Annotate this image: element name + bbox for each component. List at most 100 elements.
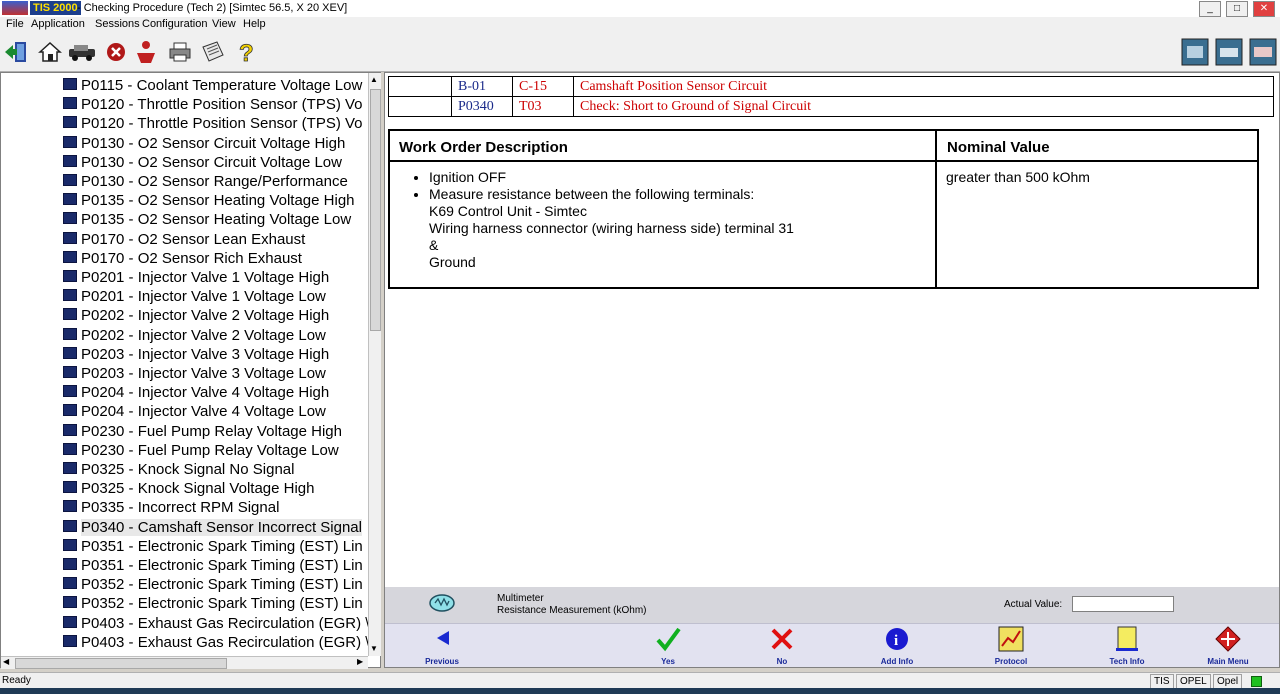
tool-icon[interactable] bbox=[1215, 38, 1243, 66]
info-icon: i bbox=[886, 628, 908, 650]
previous-button[interactable]: Previous bbox=[397, 624, 487, 667]
stop-icon[interactable] bbox=[103, 39, 129, 65]
dtc-tree[interactable]: P0115 - Coolant Temperature Voltage Low P… bbox=[1, 73, 368, 656]
tree-item[interactable]: P0335 - Incorrect RPM Signal bbox=[63, 499, 279, 518]
home-icon[interactable] bbox=[37, 39, 63, 65]
tree-item-label: P0135 - O2 Sensor Heating Voltage Low bbox=[81, 211, 352, 229]
person-icon[interactable] bbox=[133, 39, 159, 65]
tree-item-label: P0170 - O2 Sensor Rich Exhaust bbox=[81, 249, 302, 267]
window-title: - Checking Procedure (Tech 2) [Simtec 56… bbox=[77, 2, 348, 14]
tree-item[interactable]: P0170 - O2 Sensor Rich Exhaust bbox=[63, 250, 302, 269]
folder-icon bbox=[63, 404, 77, 417]
tree-item-label: P0335 - Incorrect RPM Signal bbox=[81, 499, 280, 517]
tree-item[interactable]: P0120 - Throttle Position Sensor (TPS) V… bbox=[63, 96, 363, 115]
tree-item[interactable]: P0325 - Knock Signal No Signal bbox=[63, 461, 294, 480]
toolbar: ? bbox=[0, 33, 1280, 72]
tree-item-label: P0201 - Injector Valve 1 Voltage High bbox=[81, 269, 330, 286]
tree-item[interactable]: P0201 - Injector Valve 1 Voltage High bbox=[63, 269, 329, 288]
tree-item-label: P0115 - Coolant Temperature Voltage Low bbox=[81, 77, 363, 94]
tree-item-label: P0351 - Electronic Spark Timing (EST) Li… bbox=[81, 557, 363, 574]
actual-value-input[interactable] bbox=[1072, 596, 1174, 612]
tree-scroll-thumb[interactable] bbox=[370, 89, 381, 331]
scroll-right-icon[interactable]: ▶ bbox=[357, 657, 363, 666]
add-info-label: Add Info bbox=[880, 657, 914, 666]
tree-item[interactable]: P0203 - Injector Valve 3 Voltage Low bbox=[63, 365, 326, 384]
svg-text:?: ? bbox=[239, 40, 254, 65]
action-buttons: Previous Yes No i Add Info Protocol Tech… bbox=[385, 624, 1279, 667]
tree-item[interactable]: P0201 - Injector Valve 1 Voltage Low bbox=[63, 288, 326, 307]
tree-item-label: P0204 - Injector Valve 4 Voltage High bbox=[81, 384, 330, 402]
tree-item-label: P0130 - O2 Sensor Circuit Voltage Low bbox=[81, 153, 342, 171]
folder-icon bbox=[63, 519, 77, 532]
tree-item[interactable]: P0403 - Exhaust Gas Recirculation (EGR) … bbox=[63, 634, 368, 653]
menu-view[interactable]: View bbox=[212, 18, 236, 30]
tech2-icon[interactable] bbox=[1181, 38, 1209, 66]
scroll-up-icon[interactable]: ▲ bbox=[370, 75, 378, 84]
help-icon[interactable]: ? bbox=[233, 39, 259, 65]
maximize-button[interactable]: □ bbox=[1226, 1, 1248, 17]
tree-item[interactable]: P0120 - Throttle Position Sensor (TPS) V… bbox=[63, 115, 363, 134]
tech-info-icon bbox=[1116, 626, 1138, 651]
tree-item[interactable]: P0203 - Injector Valve 3 Voltage High bbox=[63, 346, 329, 365]
tree-item[interactable]: P0325 - Knock Signal Voltage High bbox=[63, 480, 315, 499]
tree-item[interactable]: P0352 - Electronic Spark Timing (EST) Li… bbox=[63, 576, 363, 595]
tree-item[interactable]: P0230 - Fuel Pump Relay Voltage Low bbox=[63, 442, 339, 461]
tree-item-label: P0325 - Knock Signal No Signal bbox=[81, 461, 295, 478]
tree-item[interactable]: P0130 - O2 Sensor Range/Performance bbox=[63, 173, 348, 192]
tree-item[interactable]: P0403 - Exhaust Gas Recirculation (EGR) … bbox=[63, 615, 368, 634]
tree-item[interactable]: P0230 - Fuel Pump Relay Voltage High bbox=[63, 423, 342, 442]
actual-value-label: Actual Value: bbox=[1004, 599, 1063, 610]
scroll-down-icon[interactable]: ▼ bbox=[370, 644, 378, 653]
main-menu-button[interactable]: Main Menu bbox=[1183, 624, 1273, 667]
tree-item[interactable]: P0340 - Camshaft Sensor Incorrect Signal bbox=[63, 518, 362, 538]
tree-item[interactable]: P0204 - Injector Valve 4 Voltage High bbox=[63, 384, 329, 403]
step-code-1: B-01 bbox=[451, 76, 513, 97]
arrow-left-icon bbox=[437, 631, 449, 645]
tree-item-label: P0230 - Fuel Pump Relay Voltage Low bbox=[81, 441, 339, 459]
close-button[interactable]: ✕ bbox=[1253, 1, 1275, 17]
tree-item[interactable]: P0130 - O2 Sensor Circuit Voltage Low bbox=[63, 154, 342, 173]
minimize-button[interactable]: _ bbox=[1199, 1, 1221, 17]
menu-sessions[interactable]: Sessions bbox=[95, 18, 140, 30]
tree-item-label: P0352 - Electronic Spark Timing (EST) Li… bbox=[81, 576, 363, 594]
tree-item[interactable]: P0202 - Injector Valve 2 Voltage Low bbox=[63, 327, 326, 346]
protocol-button[interactable]: Protocol bbox=[966, 624, 1056, 667]
menu-file[interactable]: File bbox=[6, 18, 24, 30]
work-order-instructions: Ignition OFF Measure resistance between … bbox=[415, 169, 794, 271]
yes-button[interactable]: Yes bbox=[623, 624, 713, 667]
tree-hscroll-thumb[interactable] bbox=[15, 658, 227, 669]
tree-item[interactable]: P0202 - Injector Valve 2 Voltage High bbox=[63, 307, 329, 326]
menu-configuration[interactable]: Configuration bbox=[142, 18, 207, 30]
exit-icon[interactable] bbox=[3, 39, 29, 65]
tree-item[interactable]: P0204 - Injector Valve 4 Voltage Low bbox=[63, 403, 326, 422]
vehicle-icon[interactable] bbox=[67, 39, 97, 65]
tree-horizontal-scrollbar[interactable]: ◀ ▶ bbox=[1, 656, 368, 669]
notes-icon[interactable] bbox=[200, 39, 226, 65]
procedure-steps-table: B-01 C-15 Camshaft Position Sensor Circu… bbox=[388, 76, 1274, 117]
tree-item[interactable]: P0135 - O2 Sensor Heating Voltage Low bbox=[63, 211, 351, 230]
tech-info-button[interactable]: Tech Info bbox=[1082, 624, 1172, 667]
instruction-line: Ground bbox=[429, 254, 476, 270]
tree-vertical-scrollbar[interactable]: ▲ ▼ bbox=[368, 73, 381, 656]
add-info-button[interactable]: i Add Info bbox=[852, 624, 942, 667]
tree-item[interactable]: P0135 - O2 Sensor Heating Voltage High bbox=[63, 192, 355, 211]
scroll-left-icon[interactable]: ◀ bbox=[3, 657, 9, 666]
tree-item[interactable]: P0351 - Electronic Spark Timing (EST) Li… bbox=[63, 557, 363, 576]
print-icon[interactable] bbox=[167, 39, 193, 65]
tree-item[interactable]: P0351 - Electronic Spark Timing (EST) Li… bbox=[63, 538, 363, 557]
measurement-panel: Multimeter Resistance Measurement (kOhm)… bbox=[385, 587, 1279, 667]
menu-bar: File Application Sessions Configuration … bbox=[0, 17, 1280, 33]
tree-item-label: P0203 - Injector Valve 3 Voltage Low bbox=[81, 365, 326, 382]
tree-item[interactable]: P0352 - Electronic Spark Timing (EST) Li… bbox=[63, 595, 363, 614]
folder-icon bbox=[63, 327, 77, 340]
measurement-type: Resistance Measurement (kOhm) bbox=[497, 605, 647, 616]
folder-icon bbox=[63, 97, 77, 110]
car-diagnostic-icon[interactable] bbox=[1249, 38, 1277, 66]
menu-help[interactable]: Help bbox=[243, 18, 266, 30]
no-button[interactable]: No bbox=[737, 624, 827, 667]
tree-item[interactable]: P0170 - O2 Sensor Lean Exhaust bbox=[63, 231, 305, 250]
tree-item[interactable]: P0115 - Coolant Temperature Voltage Low bbox=[63, 77, 362, 96]
tree-item[interactable]: P0130 - O2 Sensor Circuit Voltage High bbox=[63, 135, 345, 154]
tree-item-label: P0202 - Injector Valve 2 Voltage Low bbox=[81, 326, 326, 344]
menu-application[interactable]: Application bbox=[31, 18, 85, 30]
